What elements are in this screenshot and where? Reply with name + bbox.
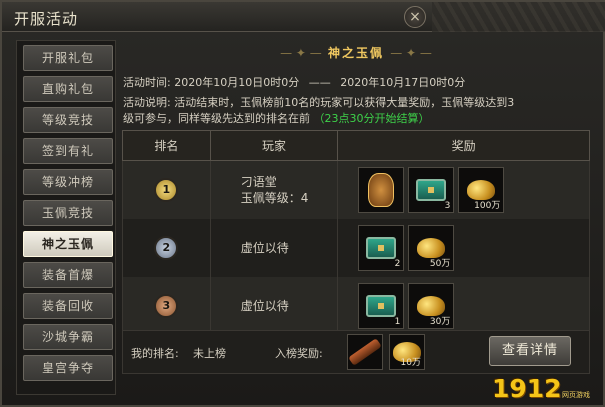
- reward-qty: 100万: [474, 200, 501, 211]
- sidebar-item-divine-jade[interactable]: 神之玉佩: [23, 231, 113, 257]
- sidebar-item-equip-first-drop[interactable]: 装备首爆: [23, 262, 113, 288]
- panel-title: — ✦ — 神之玉佩 — ✦ —: [119, 40, 593, 66]
- time-end: 2020年10月17日0时0分: [340, 76, 466, 89]
- table-row: 3 虚位以待 1 30万: [122, 276, 590, 335]
- sidebar-item-sand-city[interactable]: 沙城争霸: [23, 324, 113, 350]
- main-panel: — ✦ — 神之玉佩 — ✦ — 活动时间: 2020年10月10日0时0分 —…: [119, 40, 593, 374]
- activity-desc-line1: 活动说明: 活动结束时，玉佩榜前10名的玩家可以获得大量奖励，玉佩等级达到3: [123, 94, 514, 110]
- time-separator: ——: [308, 76, 331, 89]
- reward-qty: 2: [394, 258, 401, 269]
- jade-pendant-icon: [368, 172, 395, 207]
- my-rank-label: 我的排名:: [131, 347, 179, 360]
- view-details-button[interactable]: 查看详情: [489, 336, 571, 366]
- header-player: 玩家: [209, 130, 339, 161]
- title-deco-right: — ✦ —: [390, 46, 432, 60]
- bronze-medal-icon: 3: [154, 293, 179, 318]
- reward-qty: 50万: [429, 258, 451, 269]
- player-name: 刁语堂: [240, 174, 277, 189]
- reward-slot[interactable]: 30万: [408, 282, 455, 329]
- table-header: 排名 玩家 奖励: [122, 130, 590, 161]
- sidebar-item-opening-pack[interactable]: 开服礼包: [23, 45, 113, 71]
- activity-time: 活动时间: 2020年10月10日0时0分 —— 2020年10月17日0时0分: [123, 74, 465, 90]
- gold-coins-icon: [417, 295, 446, 316]
- sidebar-item-jade-contest[interactable]: 玉佩竞技: [23, 200, 113, 226]
- reward-qty: 30万: [429, 316, 451, 327]
- player-name: 虚位以待: [240, 240, 289, 255]
- close-button[interactable]: ×: [404, 6, 426, 28]
- site-logo-sub: 网页游戏: [562, 391, 590, 399]
- entry-reward-label: 入榜奖励:: [275, 347, 323, 360]
- scroll-icon: [348, 338, 382, 366]
- reward-slot[interactable]: 100万: [458, 166, 505, 213]
- entry-reward-slot[interactable]: 10万: [389, 334, 425, 370]
- table-row: 1 刁语堂 玉佩等级：4 3 100万: [122, 160, 590, 219]
- sidebar-item-level-rank[interactable]: 等级冲榜: [23, 169, 113, 195]
- title-bar: 开服活动 ×: [2, 2, 605, 32]
- sidebar-item-direct-purchase[interactable]: 直购礼包: [23, 76, 113, 102]
- sidebar-item-sign-in[interactable]: 签到有礼: [23, 138, 113, 164]
- reward-qty: 1: [394, 316, 401, 327]
- reward-qty: 3: [444, 200, 451, 211]
- treasure-chest-icon: [366, 294, 397, 317]
- time-start: 2020年10月10日0时0分: [174, 76, 300, 89]
- treasure-chest-icon: [366, 236, 397, 259]
- reward-slot[interactable]: 50万: [408, 224, 455, 271]
- gold-medal-icon: 1: [154, 177, 179, 202]
- player-name: 虚位以待: [240, 298, 289, 313]
- entry-reward-slot[interactable]: [347, 334, 383, 370]
- table-row: 2 虚位以待 2 50万: [122, 218, 590, 277]
- my-rank-value: 未上榜: [193, 347, 226, 360]
- activity-desc-line2: 级可参与，同样等级先达到的排名在前 （23点30分开始结算）: [123, 110, 430, 126]
- sidebar-item-equip-recycle[interactable]: 装备回收: [23, 293, 113, 319]
- header-reward: 奖励: [337, 130, 590, 161]
- reward-list: 1 30万: [338, 282, 589, 329]
- header-rank: 排名: [122, 130, 211, 161]
- reward-slot[interactable]: 3: [408, 166, 455, 213]
- activity-window: 开服活动 × 开服礼包 直购礼包 等级竞技 签到有礼 等级冲榜 玉佩竞技 神之玉…: [0, 0, 605, 407]
- reward-qty: 10万: [400, 358, 421, 368]
- reward-slot[interactable]: [358, 166, 405, 213]
- settlement-note: （23点30分开始结算）: [313, 112, 430, 125]
- gold-coins-icon: [467, 179, 496, 200]
- reward-slot[interactable]: 2: [358, 224, 405, 271]
- desc-text2: 级可参与，同样等级先达到的排名在前: [123, 112, 310, 125]
- reward-list: 3 100万: [338, 166, 589, 213]
- player-level: 玉佩等级：4: [240, 190, 309, 205]
- panel-title-text: 神之玉佩: [327, 46, 384, 60]
- sidebar-item-level-contest[interactable]: 等级竞技: [23, 107, 113, 133]
- title-deco-left: — ✦ —: [280, 46, 322, 60]
- window-title: 开服活动: [14, 10, 79, 28]
- reward-slot[interactable]: 1: [358, 282, 405, 329]
- my-rank-footer: 我的排名: 未上榜 入榜奖励: 10万 查看详情: [122, 330, 590, 374]
- dragon-ornament: [432, 2, 605, 32]
- reward-list: 2 50万: [338, 224, 589, 271]
- site-logo: 1912: [492, 374, 562, 403]
- time-label: 活动时间:: [123, 76, 171, 89]
- sidebar-item-palace[interactable]: 皇宫争夺: [23, 355, 113, 381]
- sidebar: 开服礼包 直购礼包 等级竞技 签到有礼 等级冲榜 玉佩竞技 神之玉佩 装备首爆 …: [16, 40, 116, 395]
- gold-coins-icon: [417, 237, 446, 258]
- silver-medal-icon: 2: [154, 235, 179, 260]
- desc-text1: 活动结束时，玉佩榜前10名的玩家可以获得大量奖励，玉佩等级达到3: [174, 96, 515, 109]
- desc-label: 活动说明:: [123, 96, 171, 109]
- ranking-table: 排名 玩家 奖励 1 刁语堂 玉佩等级：4 3 100万 2 虚位以待 2 50…: [122, 130, 590, 335]
- treasure-chest-icon: [416, 178, 447, 201]
